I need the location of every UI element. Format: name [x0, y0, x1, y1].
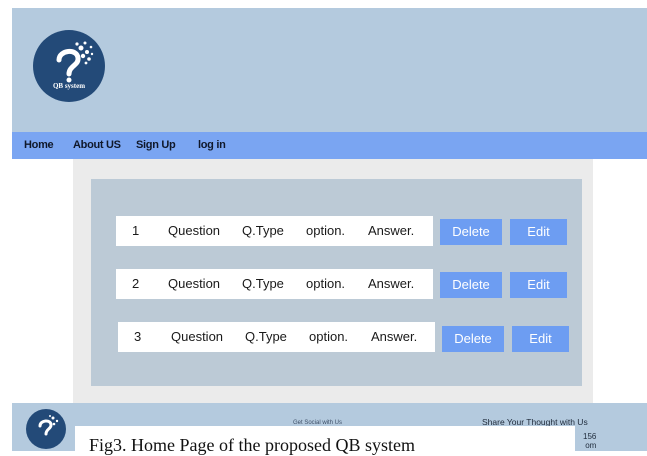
- question-number: 3: [134, 329, 142, 344]
- question-answer: Answer.: [371, 329, 418, 344]
- question-type: Q.Type: [245, 329, 287, 344]
- question-option: option.: [306, 223, 346, 238]
- nav-home[interactable]: Home: [24, 132, 54, 159]
- footer-contact: 156 om: [583, 432, 596, 450]
- logo-text: QB system: [52, 82, 86, 90]
- qb-system-logo[interactable]: QB system: [33, 30, 105, 102]
- edit-button[interactable]: Edit: [510, 219, 567, 245]
- edit-button[interactable]: Edit: [512, 326, 569, 352]
- nav-sign-up[interactable]: Sign Up: [136, 132, 176, 159]
- question-option: option.: [309, 329, 349, 344]
- question-mark-icon: [56, 41, 94, 83]
- question-text: Question: [168, 223, 221, 238]
- footer-contact-line: om: [585, 441, 597, 450]
- question-answer: Answer.: [368, 223, 415, 238]
- edit-button[interactable]: Edit: [510, 272, 567, 298]
- question-number: 1: [132, 223, 140, 238]
- question-answer: Answer.: [368, 276, 415, 291]
- question-row: 3 Question Q.Type option. Answer.: [118, 322, 435, 352]
- footer-contact-line: 156: [583, 432, 597, 441]
- question-text: Question: [171, 329, 224, 344]
- delete-button[interactable]: Delete: [440, 219, 502, 245]
- header-banner: [12, 8, 647, 132]
- delete-button[interactable]: Delete: [440, 272, 502, 298]
- question-type: Q.Type: [242, 223, 284, 238]
- footer-logo[interactable]: [26, 409, 66, 449]
- question-type: Q.Type: [242, 276, 284, 291]
- question-number: 2: [132, 276, 140, 291]
- question-option: option.: [306, 276, 346, 291]
- figure-caption: Fig3. Home Page of the proposed QB syste…: [89, 435, 415, 455]
- main-nav: Home About US Sign Up log in: [12, 132, 647, 159]
- delete-button[interactable]: Delete: [442, 326, 504, 352]
- question-row: 1 Question Q.Type option. Answer.: [116, 216, 433, 246]
- question-row: 2 Question Q.Type option. Answer.: [116, 269, 433, 299]
- nav-about-us[interactable]: About US: [73, 132, 121, 159]
- question-mark-icon: [38, 415, 59, 436]
- question-text: Question: [168, 276, 221, 291]
- nav-log-in[interactable]: log in: [198, 132, 226, 159]
